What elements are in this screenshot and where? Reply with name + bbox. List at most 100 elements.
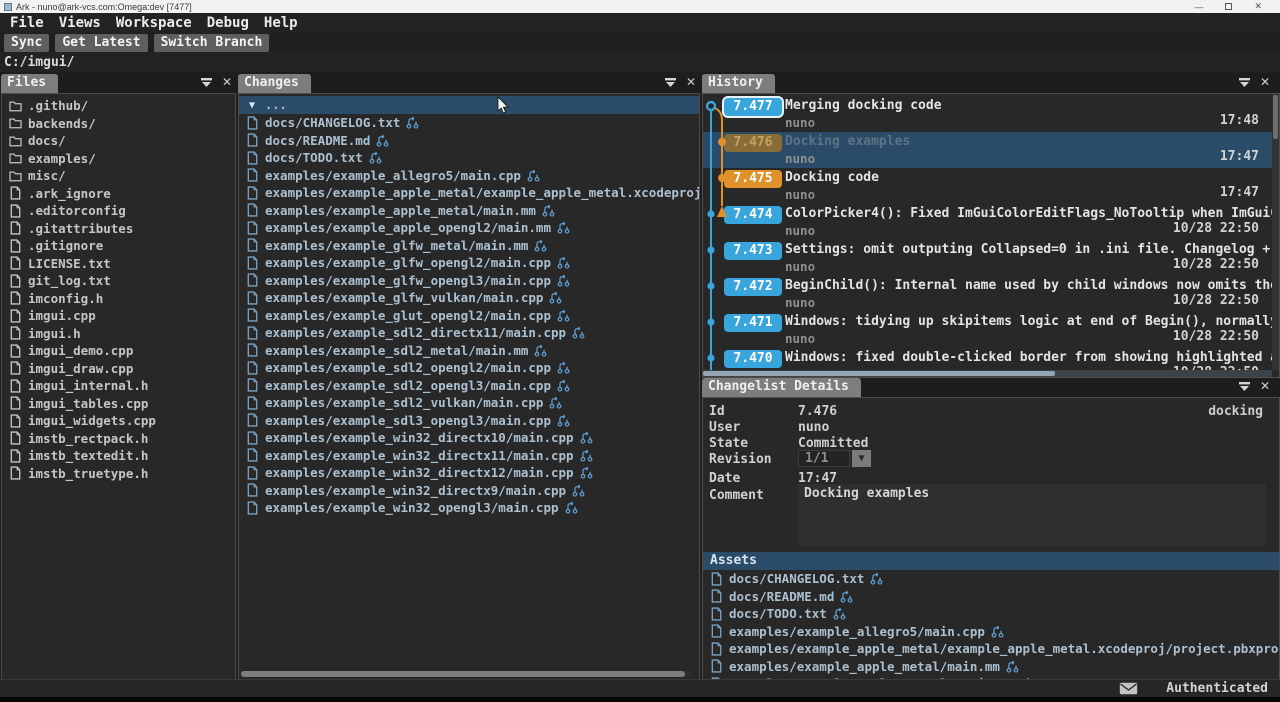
changed-file-row[interactable]: examples/example_glfw_metal/main.mm [239, 237, 699, 255]
file-tree-item[interactable]: imstb_truetype.h [2, 465, 235, 483]
changed-file-row[interactable]: examples/example_sdl2_opengl2/main.cpp [239, 359, 699, 377]
file-path: examples/example_win32_directx9/main.cpp [265, 483, 566, 498]
history-vscrollbar[interactable] [1272, 94, 1279, 370]
changed-file-row[interactable]: examples/example_apple_opengl2/main.mm [239, 219, 699, 237]
changeset-badge[interactable]: 7.474 [724, 206, 782, 224]
asset-row[interactable]: examples/example_apple_metal/example_app… [703, 640, 1279, 658]
close-panel-icon[interactable]: ✕ [1260, 77, 1270, 88]
file-tree-item[interactable]: imgui_tables.cpp [2, 395, 235, 413]
changeset-badge[interactable]: 7.472 [724, 278, 782, 296]
file-tree-item[interactable]: imstb_rectpack.h [2, 430, 235, 448]
changed-file-row[interactable]: examples/example_glut_opengl2/main.cpp [239, 307, 699, 325]
changeset-badge[interactable]: 7.471 [724, 314, 782, 332]
file-tree-item[interactable]: git_log.txt [2, 272, 235, 290]
sync-button[interactable]: Sync [4, 34, 49, 52]
changed-file-row[interactable]: examples/example_sdl2_metal/main.mm [239, 342, 699, 360]
changes-tab[interactable]: Changes [238, 74, 311, 93]
file-tree-item[interactable]: .github/ [2, 97, 235, 115]
file-tree-item[interactable]: imgui_internal.h [2, 377, 235, 395]
changed-file-row[interactable]: examples/example_sdl2_opengl3/main.cpp [239, 377, 699, 395]
close-panel-icon[interactable]: ✕ [1260, 381, 1270, 392]
history-row[interactable]: 7.477Merging docking codenuno17:48 [703, 96, 1272, 132]
changed-file-row[interactable]: examples/example_apple_metal/example_app… [239, 184, 699, 202]
comment-textarea[interactable]: Docking examples [798, 484, 1266, 546]
switch-branch-button[interactable]: Switch Branch [154, 34, 270, 52]
close-icon[interactable]: ✕ [1254, 1, 1262, 12]
changed-file-row[interactable]: examples/example_win32_opengl3/main.cpp [239, 499, 699, 517]
history-row[interactable]: 7.476Docking examplesnuno17:47 [703, 132, 1272, 168]
file-tree-item[interactable]: .editorconfig [2, 202, 235, 220]
file-tree-item[interactable]: misc/ [2, 167, 235, 185]
menu-file[interactable]: File [10, 15, 44, 31]
filter-icon[interactable] [1238, 381, 1251, 392]
changed-file-row[interactable]: examples/example_sdl3_opengl3/main.cpp [239, 412, 699, 430]
file-tree-item[interactable]: imgui.cpp [2, 307, 235, 325]
changed-file-row[interactable]: examples/example_win32_directx9/main.cpp [239, 482, 699, 500]
minimize-icon[interactable]: — [1194, 2, 1203, 12]
changed-file-row[interactable]: examples/example_sdl2_vulkan/main.cpp [239, 394, 699, 412]
changed-file-row[interactable]: examples/example_win32_directx12/main.cp… [239, 464, 699, 482]
menu-workspace[interactable]: Workspace [116, 15, 192, 31]
history-row[interactable]: 7.475Docking codenuno17:47 [703, 168, 1272, 204]
history-hscrollbar[interactable] [703, 370, 1272, 377]
changed-file-row[interactable]: examples/example_win32_directx11/main.cp… [239, 447, 699, 465]
field-value-id: 7.476 [798, 404, 837, 419]
changed-file-row[interactable]: docs/TODO.txt [239, 149, 699, 167]
file-tree-item[interactable]: docs/ [2, 132, 235, 150]
history-row[interactable]: 7.473Settings: omit outputing Collapsed=… [703, 240, 1272, 276]
changed-file-row[interactable]: examples/example_sdl2_directx11/main.cpp [239, 324, 699, 342]
changed-file-row[interactable]: examples/example_apple_metal/main.mm [239, 202, 699, 220]
changeset-badge[interactable]: 7.477 [724, 98, 782, 116]
menu-views[interactable]: Views [59, 15, 101, 31]
asset-row[interactable]: docs/TODO.txt [703, 605, 1279, 623]
history-row[interactable]: 7.471Windows: tidying up skipitems logic… [703, 312, 1272, 348]
menu-help[interactable]: Help [264, 15, 298, 31]
file-tree-item[interactable]: backends/ [2, 115, 235, 133]
file-tree-item[interactable]: imgui_widgets.cpp [2, 412, 235, 430]
filter-icon[interactable] [200, 77, 213, 88]
file-tree-item[interactable]: imconfig.h [2, 290, 235, 308]
changed-file-row[interactable]: examples/example_win32_directx10/main.cp… [239, 429, 699, 447]
maximize-icon[interactable] [1225, 3, 1232, 10]
close-panel-icon[interactable]: ✕ [222, 77, 232, 88]
file-tree-item[interactable]: imgui_demo.cpp [2, 342, 235, 360]
changed-file-row[interactable]: docs/CHANGELOG.txt [239, 114, 699, 132]
changeset-badge[interactable]: 7.475 [724, 170, 782, 188]
changeset-badge[interactable]: 7.473 [724, 242, 782, 260]
expander-icon[interactable]: ▼ [249, 100, 255, 111]
file-tree-item[interactable]: imgui_draw.cpp [2, 360, 235, 378]
changed-file-row[interactable]: examples/example_glfw_opengl3/main.cpp [239, 272, 699, 290]
filter-icon[interactable] [664, 77, 677, 88]
file-tree-item[interactable]: examples/ [2, 150, 235, 168]
asset-row[interactable]: docs/CHANGELOG.txt [703, 570, 1279, 588]
get-latest-button[interactable]: Get Latest [55, 34, 147, 52]
close-panel-icon[interactable]: ✕ [686, 77, 696, 88]
asset-row[interactable]: examples/example_apple_metal/main.mm [703, 658, 1279, 676]
menu-debug[interactable]: Debug [207, 15, 249, 31]
file-tree-item[interactable]: LICENSE.txt [2, 255, 235, 273]
revision-select[interactable]: 1/1 [798, 450, 850, 467]
changes-root-row[interactable]: ▼ ... [239, 96, 699, 114]
file-tree-item[interactable]: .ark_ignore [2, 185, 235, 203]
history-tab[interactable]: History [702, 74, 775, 93]
file-tree-item[interactable]: imgui.h [2, 325, 235, 343]
asset-row[interactable]: docs/README.md [703, 588, 1279, 606]
mail-icon[interactable] [1119, 682, 1138, 695]
asset-row[interactable]: examples/example_allegro5/main.cpp [703, 623, 1279, 641]
changed-file-row[interactable]: docs/README.md [239, 132, 699, 150]
file-tree-item[interactable]: imstb_textedit.h [2, 447, 235, 465]
changelist-details-tab[interactable]: Changelist Details [702, 378, 861, 397]
changes-hscrollbar[interactable] [241, 671, 691, 677]
filter-icon[interactable] [1238, 77, 1251, 88]
file-tree-item[interactable]: .gitattributes [2, 220, 235, 238]
changeset-badge[interactable]: 7.476 [724, 134, 782, 152]
history-row[interactable]: 7.472BeginChild(): Internal name used by… [703, 276, 1272, 312]
chevron-down-icon[interactable]: ▼ [852, 450, 871, 467]
changed-file-row[interactable]: examples/example_allegro5/main.cpp [239, 167, 699, 185]
changeset-badge[interactable]: 7.470 [724, 350, 782, 368]
changed-file-row[interactable]: examples/example_glfw_opengl2/main.cpp [239, 254, 699, 272]
history-row[interactable]: 7.474ColorPicker4(): Fixed ImGuiColorEdi… [703, 204, 1272, 240]
changed-file-row[interactable]: examples/example_glfw_vulkan/main.cpp [239, 289, 699, 307]
file-tree-item[interactable]: .gitignore [2, 237, 235, 255]
files-tab[interactable]: Files [1, 74, 58, 93]
